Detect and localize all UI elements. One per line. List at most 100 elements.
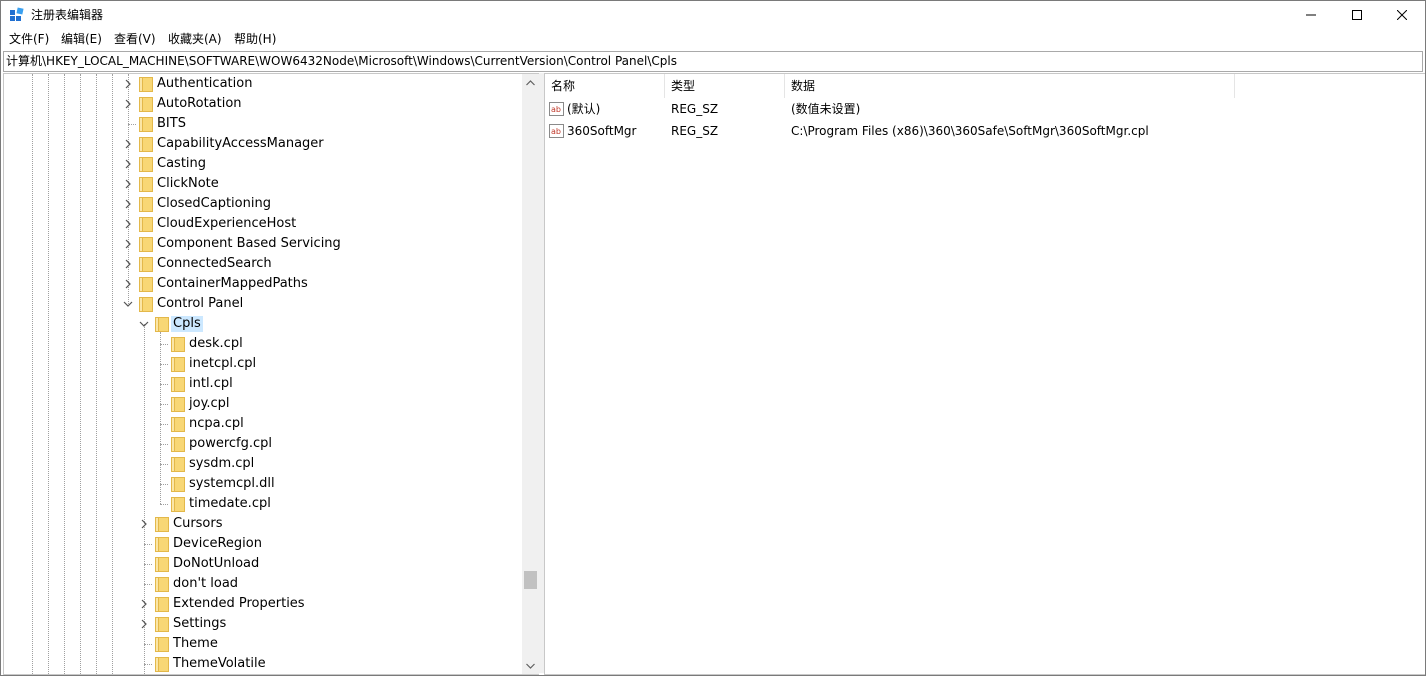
chevron-right-icon[interactable] (122, 218, 134, 230)
tree-item[interactable]: timedate.cpl (4, 494, 522, 514)
tree-item-label[interactable]: ClosedCaptioning (155, 196, 273, 212)
tree-item[interactable]: Settings (4, 614, 522, 634)
column-header-type[interactable]: 类型 (665, 74, 785, 98)
tree-item[interactable]: Extended Properties (4, 594, 522, 614)
tree-item-label[interactable]: Control Panel (155, 296, 245, 312)
chevron-right-icon[interactable] (122, 258, 134, 270)
chevron-right-icon[interactable] (122, 278, 134, 290)
chevron-right-icon[interactable] (122, 178, 134, 190)
address-bar[interactable]: 计算机\HKEY_LOCAL_MACHINE\SOFTWARE\WOW6432N… (3, 51, 1423, 72)
tree-item[interactable]: systemcpl.dll (4, 474, 522, 494)
tree-item[interactable]: DeviceRegion (4, 534, 522, 554)
tree-item-label[interactable]: DeviceRegion (171, 536, 264, 552)
chevron-right-icon[interactable] (122, 98, 134, 110)
tree-item-label[interactable]: DoNotUnload (171, 556, 261, 572)
tree-item[interactable]: intl.cpl (4, 374, 522, 394)
tree-item[interactable]: Component Based Servicing (4, 234, 522, 254)
menu-view[interactable]: 查看(V) (112, 31, 158, 47)
key-tree-pane[interactable]: Authentication AutoRotation BITS Capability… (3, 73, 539, 675)
tree-item[interactable]: DoNotUnload (4, 554, 522, 574)
tree-item[interactable]: Authentication (4, 74, 522, 94)
chevron-right-icon[interactable] (122, 78, 134, 90)
tree-item-label[interactable]: joy.cpl (187, 396, 232, 412)
value-row[interactable]: ab (默认) REG_SZ (数值未设置) (545, 98, 1425, 120)
tree-item-label[interactable]: BITS (155, 116, 188, 132)
tree-item[interactable]: CloudExperienceHost (4, 214, 522, 234)
tree-item-label[interactable]: ThemeVolatile (171, 656, 268, 672)
tree-item[interactable]: Theme (4, 634, 522, 654)
values-list-pane[interactable]: 名称 类型 数据 ab (默认) REG_SZ (数值未设置) ab 360So… (544, 73, 1425, 675)
tree-item-label[interactable]: Settings (171, 616, 228, 632)
tree-item-label[interactable]: CloudExperienceHost (155, 216, 298, 232)
tree-item[interactable]: don't load (4, 574, 522, 594)
close-button[interactable] (1379, 1, 1425, 29)
chevron-right-icon[interactable] (138, 598, 150, 610)
tree-item-label[interactable]: powercfg.cpl (187, 436, 274, 452)
tree-item-label[interactable]: don't load (171, 576, 240, 592)
tree-item-label[interactable]: AutoRotation (155, 96, 244, 112)
menu-edit[interactable]: 编辑(E) (59, 31, 104, 47)
tree-item[interactable]: joy.cpl (4, 394, 522, 414)
menu-favorites[interactable]: 收藏夹(A) (166, 31, 224, 47)
menu-file[interactable]: 文件(F) (7, 31, 51, 47)
tree-item[interactable]: Cpls (4, 314, 522, 334)
column-header-name[interactable]: 名称 (545, 74, 665, 98)
folder-icon (171, 457, 185, 472)
scroll-up-button[interactable] (522, 74, 539, 91)
maximize-button[interactable] (1334, 1, 1380, 29)
tree-item-label[interactable]: ncpa.cpl (187, 416, 246, 432)
chevron-down-icon[interactable] (122, 298, 134, 310)
chevron-down-icon[interactable] (138, 318, 150, 330)
tree-item-label[interactable]: CapabilityAccessManager (155, 136, 326, 152)
tree-item[interactable]: ThemeVolatile (4, 654, 522, 674)
tree-item[interactable]: inetcpl.cpl (4, 354, 522, 374)
tree-item[interactable]: AutoRotation (4, 94, 522, 114)
tree-item[interactable]: ncpa.cpl (4, 414, 522, 434)
tree-connector (160, 364, 168, 365)
chevron-right-icon[interactable] (122, 138, 134, 150)
tree-item-label[interactable]: inetcpl.cpl (187, 356, 258, 372)
tree-item[interactable]: CapabilityAccessManager (4, 134, 522, 154)
chevron-right-icon[interactable] (138, 518, 150, 530)
tree-connector (160, 344, 168, 345)
tree-item-label[interactable]: systemcpl.dll (187, 476, 277, 492)
tree-item-label[interactable]: Component Based Servicing (155, 236, 343, 252)
scroll-down-button[interactable] (522, 657, 539, 674)
tree-item[interactable]: ContainerMappedPaths (4, 274, 522, 294)
menu-help[interactable]: 帮助(H) (232, 31, 278, 47)
tree-item-label[interactable]: Extended Properties (171, 596, 307, 612)
tree-item-label[interactable]: ContainerMappedPaths (155, 276, 310, 292)
tree-item[interactable]: ClosedCaptioning (4, 194, 522, 214)
chevron-right-icon[interactable] (122, 158, 134, 170)
value-row[interactable]: ab 360SoftMgr REG_SZ C:\Program Files (x… (545, 120, 1425, 142)
minimize-button[interactable] (1288, 1, 1334, 29)
tree-item-label[interactable]: Authentication (155, 76, 254, 92)
tree-item-label-selected[interactable]: Cpls (171, 316, 203, 332)
tree-item-label[interactable]: desk.cpl (187, 336, 245, 352)
tree-item-label[interactable]: Cursors (171, 516, 225, 532)
tree-item-label[interactable]: sysdm.cpl (187, 456, 256, 472)
tree-item[interactable]: Cursors (4, 514, 522, 534)
address-path[interactable]: 计算机\HKEY_LOCAL_MACHINE\SOFTWARE\WOW6432N… (6, 54, 677, 69)
tree-item-label[interactable]: ConnectedSearch (155, 256, 274, 272)
tree-item-label[interactable]: Casting (155, 156, 208, 172)
chevron-right-icon[interactable] (122, 238, 134, 250)
tree-item[interactable]: powercfg.cpl (4, 434, 522, 454)
tree-item-label[interactable]: timedate.cpl (187, 496, 273, 512)
tree-item-label[interactable]: ClickNote (155, 176, 221, 192)
tree-item[interactable]: Control Panel (4, 294, 522, 314)
scroll-thumb[interactable] (524, 571, 537, 589)
tree-item[interactable]: ConnectedSearch (4, 254, 522, 274)
chevron-right-icon[interactable] (122, 198, 134, 210)
tree-vertical-scrollbar[interactable] (522, 74, 539, 674)
tree-item-label[interactable]: Theme (171, 636, 220, 652)
title-bar[interactable]: 注册表编辑器 (1, 1, 1425, 29)
chevron-right-icon[interactable] (138, 618, 150, 630)
tree-item-label[interactable]: intl.cpl (187, 376, 235, 392)
tree-item[interactable]: BITS (4, 114, 522, 134)
column-header-data[interactable]: 数据 (785, 74, 1235, 98)
tree-item[interactable]: desk.cpl (4, 334, 522, 354)
tree-item[interactable]: Casting (4, 154, 522, 174)
tree-item[interactable]: sysdm.cpl (4, 454, 522, 474)
tree-item[interactable]: ClickNote (4, 174, 522, 194)
